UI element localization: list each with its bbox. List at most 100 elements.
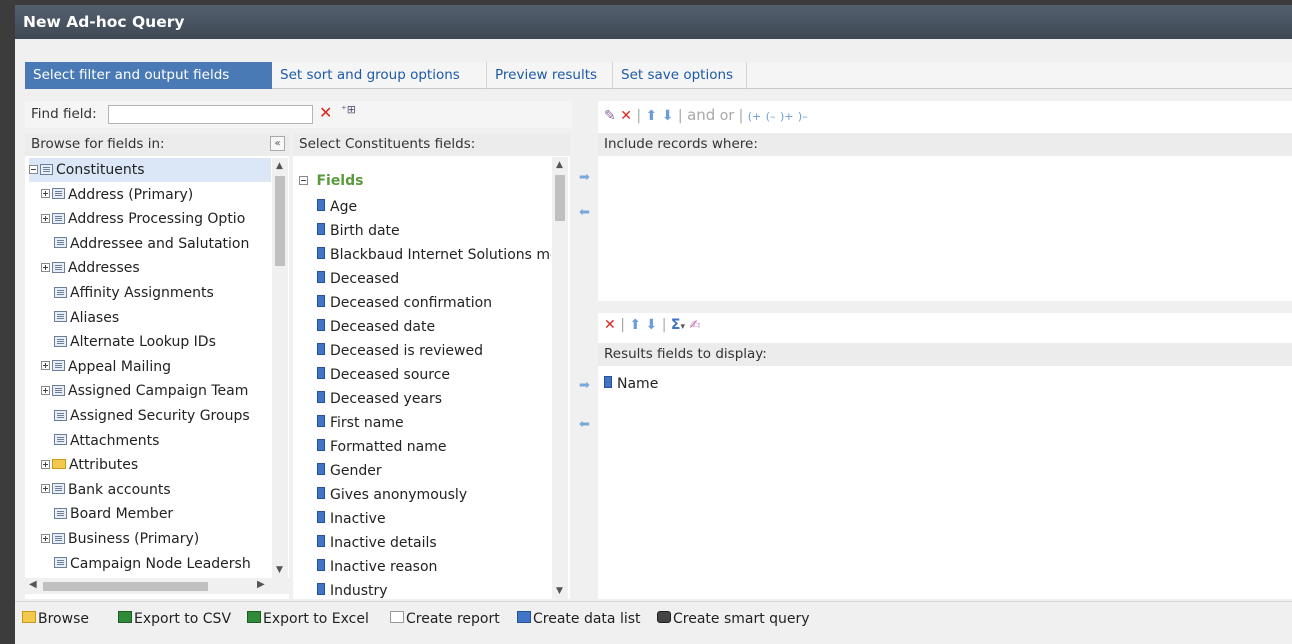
tab-save-options[interactable]: Set save options: [613, 62, 747, 89]
scroll-down-icon[interactable]: ▼: [276, 565, 283, 575]
browse-item[interactable]: Bank accounts: [41, 478, 171, 502]
field-item[interactable]: Deceased: [317, 267, 399, 291]
create-report-button[interactable]: Create report: [390, 602, 500, 636]
remove-output-arrow-icon[interactable]: ⬅: [579, 417, 590, 432]
export-csv-button[interactable]: Export to CSV: [118, 602, 231, 636]
scroll-up-icon[interactable]: ▲: [276, 161, 283, 171]
tab-preview-results[interactable]: Preview results: [487, 62, 613, 89]
expand-icon[interactable]: [41, 459, 50, 469]
move-down-icon[interactable]: ⬇: [662, 108, 674, 124]
rename-icon[interactable]: ✍: [689, 318, 700, 333]
scroll-right-icon[interactable]: ▶: [257, 579, 265, 590]
tab-select-fields[interactable]: Select filter and output fields: [25, 62, 272, 89]
create-data-list-button[interactable]: Create data list: [517, 602, 641, 636]
or-button[interactable]: or: [720, 108, 734, 124]
result-field-item[interactable]: Name: [604, 372, 658, 396]
expand-icon[interactable]: [41, 189, 50, 199]
expand-icon[interactable]: [41, 484, 50, 494]
create-smart-query-button[interactable]: Create smart query: [657, 602, 810, 636]
move-up-icon[interactable]: ⬆: [646, 108, 658, 124]
result-down-icon[interactable]: ⬇: [646, 317, 658, 333]
browse-item[interactable]: Addressee and Salutation: [41, 232, 249, 256]
browse-item[interactable]: Assigned Security Groups: [41, 404, 250, 428]
filter-criteria-area[interactable]: [598, 156, 1292, 301]
expand-icon[interactable]: [41, 533, 50, 543]
browse-hscrollbar[interactable]: ◀ ▶: [25, 578, 289, 594]
add-filter-arrow-icon[interactable]: ➡: [579, 170, 590, 185]
browse-item-label: Attachments: [70, 432, 160, 449]
collapse-browse-button[interactable]: «: [270, 136, 285, 151]
field-item[interactable]: Age: [317, 195, 357, 219]
browse-item[interactable]: Attributes: [41, 453, 138, 477]
result-up-icon[interactable]: ⬆: [629, 317, 641, 333]
field-item[interactable]: Inactive reason: [317, 555, 437, 579]
fields-group[interactable]: Fields: [299, 169, 363, 193]
field-item[interactable]: Deceased date: [317, 315, 435, 339]
browse-item[interactable]: Assigned Campaign Team: [41, 379, 248, 403]
expand-icon[interactable]: [41, 361, 50, 371]
browse-item[interactable]: Affinity Assignments: [41, 281, 214, 305]
fields-scroll-down-icon[interactable]: ▼: [556, 586, 563, 596]
expand-icon[interactable]: [41, 262, 50, 272]
browse-item[interactable]: Attachments: [41, 429, 159, 453]
clear-find-icon[interactable]: ✕: [319, 103, 332, 122]
browse-item[interactable]: Address (Primary): [41, 183, 193, 207]
field-item[interactable]: Deceased confirmation: [317, 291, 492, 315]
smart-query-icon: [657, 611, 671, 623]
remove-filter-arrow-icon[interactable]: ⬅: [579, 205, 590, 220]
tab-sort-group[interactable]: Set sort and group options: [272, 62, 487, 89]
collapse-icon[interactable]: [299, 175, 308, 185]
field-icon: [317, 415, 325, 427]
browse-item[interactable]: Aliases: [41, 306, 119, 330]
find-field-input[interactable]: [108, 105, 313, 124]
delete-result-icon[interactable]: ✕: [604, 317, 616, 333]
field-item[interactable]: Gender: [317, 459, 382, 483]
browse-scroll-thumb[interactable]: [275, 176, 285, 266]
field-item[interactable]: Deceased years: [317, 387, 442, 411]
field-item-label: Deceased is reviewed: [330, 343, 483, 359]
export-excel-button[interactable]: Export to Excel: [247, 602, 369, 636]
field-item[interactable]: Inactive: [317, 507, 386, 531]
expand-icon[interactable]: [41, 385, 50, 395]
add-output-arrow-icon[interactable]: ➡: [579, 378, 590, 393]
field-item[interactable]: Blackbaud Internet Solutions me: [317, 243, 551, 267]
field-item-label: Blackbaud Internet Solutions me: [330, 247, 551, 263]
browse-item[interactable]: Address Processing Optio: [41, 207, 245, 231]
field-item[interactable]: Industry: [317, 579, 388, 599]
browse-item[interactable]: Appeal Mailing: [41, 355, 171, 379]
browse-item[interactable]: Campaign Node Leadersh: [41, 552, 251, 576]
close-paren-button[interactable]: )+: [780, 110, 794, 123]
and-button[interactable]: and: [687, 106, 715, 124]
fields-scroll-thumb[interactable]: [555, 175, 565, 221]
field-item-label: Age: [330, 199, 358, 215]
field-item[interactable]: Formatted name: [317, 435, 446, 459]
field-item[interactable]: First name: [317, 411, 404, 435]
fields-scrollbar[interactable]: ▲ ▼: [552, 157, 568, 599]
field-item[interactable]: Deceased source: [317, 363, 450, 387]
summary-dropdown-icon[interactable]: ▾: [680, 322, 685, 332]
browse-item[interactable]: Business (Primary): [41, 527, 199, 551]
close-paren-remove-button[interactable]: )–: [798, 110, 808, 123]
filter-tool-icon[interactable]: ✎: [604, 108, 616, 124]
collapse-icon[interactable]: [29, 164, 38, 174]
table-icon: [52, 532, 65, 544]
delete-filter-icon[interactable]: ✕: [620, 108, 632, 124]
field-item[interactable]: Gives anonymously: [317, 483, 467, 507]
open-paren-button[interactable]: (+: [748, 110, 762, 123]
browse-button[interactable]: Browse: [22, 602, 89, 636]
field-item[interactable]: Inactive details: [317, 531, 437, 555]
field-item[interactable]: Deceased is reviewed: [317, 339, 483, 363]
open-paren-remove-button[interactable]: (–: [766, 110, 776, 123]
scroll-left-icon[interactable]: ◀: [29, 579, 37, 590]
browse-scrollbar[interactable]: ▲ ▼: [272, 158, 288, 578]
tree-options-icon[interactable]: ⁺⊞: [341, 103, 356, 116]
browse-item[interactable]: Constituents: [29, 158, 271, 182]
browse-item[interactable]: Alternate Lookup IDs: [41, 330, 216, 354]
expand-icon[interactable]: [41, 213, 50, 223]
browse-item[interactable]: Addresses: [41, 256, 140, 280]
browse-hscroll-thumb[interactable]: [43, 582, 208, 591]
field-item[interactable]: Birth date: [317, 219, 400, 243]
results-header: Results fields to display:: [598, 343, 1292, 366]
fields-scroll-up-icon[interactable]: ▲: [556, 160, 563, 170]
browse-item[interactable]: Board Member: [41, 502, 173, 526]
